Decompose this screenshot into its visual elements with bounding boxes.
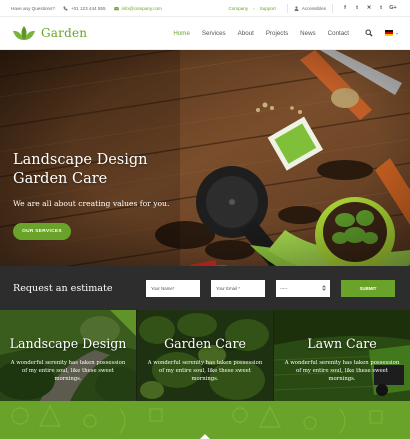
nav-about[interactable]: About [238, 30, 254, 37]
divider [332, 3, 333, 13]
service-title: Garden Care [164, 336, 246, 351]
question-label: Have any Questions? [11, 5, 55, 11]
estimate-bar: Request an estimate Your Name* Your Emai… [0, 266, 410, 310]
green-pattern-band [0, 401, 410, 439]
nav-projects[interactable]: Projects [266, 30, 288, 37]
tumblr-icon[interactable]: t [375, 5, 387, 11]
email-field[interactable]: Your Email * [211, 279, 265, 297]
service-title: Lawn Care [307, 336, 377, 351]
link-separator: › [253, 5, 255, 11]
account-label: Accessibles [301, 5, 326, 11]
phone-number: +01 123 444 555 [70, 5, 106, 11]
hero-title: Landscape Design Garden Care [13, 151, 147, 189]
service-card-lawn[interactable]: Lawn Care A wonderful serenity has taken… [274, 310, 410, 401]
divider [286, 3, 288, 13]
service-card-garden[interactable]: Garden Care A wonderful serenity has tak… [137, 310, 274, 401]
logo-text: Garden [41, 26, 88, 40]
company-link[interactable]: Company [228, 6, 248, 11]
hero-title-line2: Garden Care [13, 171, 108, 187]
nav-services[interactable]: Services [202, 30, 226, 37]
chevron-down-icon[interactable]: ▾ [396, 31, 398, 36]
facebook-icon[interactable]: f [339, 5, 351, 11]
service-text: A wonderful serenity has taken possessio… [10, 360, 126, 382]
twitter-icon[interactable]: t [351, 5, 363, 11]
question-text: Have any Questions? [11, 6, 55, 11]
nav-home[interactable]: Home [173, 30, 190, 37]
our-services-button[interactable]: OUR SERVICES [13, 223, 71, 240]
service-select-value: ----- [280, 285, 288, 291]
nav-news[interactable]: News [300, 30, 315, 37]
service-text: A wonderful serenity has taken possessio… [147, 360, 263, 382]
logo[interactable]: Garden [12, 25, 87, 41]
main-header: Garden Home Services About Projects News… [0, 17, 410, 50]
lawn-image [274, 310, 410, 401]
service-text: A wonderful serenity has taken possessio… [284, 360, 400, 382]
hero-subtitle: We are all about creating values for you… [13, 199, 170, 208]
hero-title-line1: Landscape Design [13, 152, 148, 168]
up-arrow-icon [200, 434, 210, 439]
name-field[interactable]: Your Name* [146, 279, 200, 297]
leaf-logo-icon [13, 26, 35, 40]
google-plus-icon[interactable]: G+ [387, 5, 399, 11]
service-select[interactable]: ----- [276, 279, 330, 297]
main-nav: Home Services About Projects News Contac… [161, 29, 398, 37]
xing-icon[interactable]: ✕ [363, 5, 375, 11]
services-strip: Landscape Design A wonderful serenity ha… [0, 310, 410, 401]
garden-pattern-image [11, 404, 383, 439]
support-link[interactable]: Support [260, 6, 276, 11]
top-bar: Have any Questions? +01 123 444 555 info… [0, 0, 410, 17]
select-arrows-icon [322, 285, 326, 291]
envelope-icon [113, 6, 119, 10]
service-title: Landscape Design [9, 336, 127, 351]
phone-item[interactable]: +01 123 444 555 [63, 6, 106, 11]
estimate-title: Request an estimate [13, 282, 113, 294]
phone-icon [63, 6, 68, 10]
user-icon [294, 5, 299, 11]
language-flag-icon[interactable] [384, 30, 393, 36]
nav-contact[interactable]: Contact [328, 30, 349, 37]
submit-button[interactable]: SUBMIT [341, 279, 395, 297]
email-item[interactable]: info@company.com [113, 5, 162, 11]
hero-slider: Landscape Design Garden Care We are all … [0, 50, 410, 266]
service-card-landscape[interactable]: Landscape Design A wonderful serenity ha… [0, 310, 137, 401]
search-icon[interactable] [365, 29, 373, 37]
account-item[interactable]: Accessibles [294, 6, 326, 11]
landscape-image [0, 310, 136, 401]
garden-image [137, 310, 273, 401]
email-address: info@company.com [121, 5, 162, 11]
